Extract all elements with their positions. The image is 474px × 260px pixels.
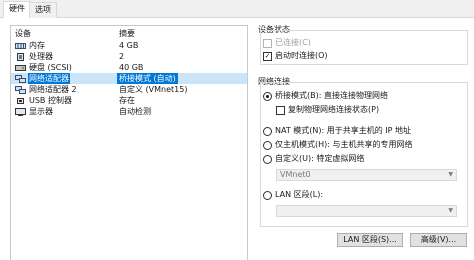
device-summary: 2 [119,52,125,61]
connect-on-start-label: 启动时连接(O) [275,51,328,60]
settings-content: 设备 摘要 内存 4 GB 处理器 2 硬盘 (SCSI) 40 GB 网络适配… [0,18,474,260]
device-row-memory[interactable]: 内存 4 GB [11,40,247,51]
custom-radio-circle [263,155,272,164]
lan-segment-label: LAN 区段(L): [275,190,324,199]
device-summary: 桥接模式 (自动) [117,73,178,84]
custom-network-select[interactable]: VMnet0 ▼ [276,169,457,181]
lan-segment-radio-circle [263,191,272,200]
device-summary: 自定义 (VMnet15) [119,85,188,94]
device-row-usb-controller[interactable]: USB 控制器 存在 [11,95,247,106]
connected-label: 已连接(C) [275,38,311,47]
cpu-icon [15,53,26,61]
network-icon [15,75,26,83]
device-row-display[interactable]: 显示器 自动检测 [11,106,247,117]
column-header-summary[interactable]: 摘要 [119,28,135,39]
device-name: 内存 [29,41,45,50]
device-summary: 存在 [119,96,135,105]
nat-label: NAT 模式(N): 用于共享主机的 IP 地址 [275,126,411,135]
lan-segments-button[interactable]: LAN 区段(S)... [337,233,403,247]
device-name: 处理器 [29,52,53,61]
chevron-down-icon: ▼ [448,207,453,214]
lan-segment-select[interactable]: ▼ [276,205,457,217]
nat-radio-circle [263,127,272,136]
device-name: 显示器 [29,107,53,116]
device-summary: 4 GB [119,41,139,50]
checkmark-icon: ✓ [263,52,272,61]
tab-bar: 硬件 选项 [0,0,474,19]
custom-label: 自定义(U): 特定虚拟网络 [275,154,365,163]
host-only-label: 仅主机模式(H): 与主机共享的专用网络 [275,140,413,149]
settings-panel: 设备状态 已连接(C) ✓ 启动时连接(O) 网络连接 桥接模式(B): 直接连… [258,18,472,260]
memory-icon [15,42,26,50]
chevron-down-icon: ▼ [448,171,453,178]
column-header-device[interactable]: 设备 [15,28,31,39]
device-summary: 自动检测 [119,107,151,116]
connected-checkbox-box [263,39,272,48]
bridged-label: 桥接模式(B): 直接连接物理网络 [275,91,388,100]
device-summary: 40 GB [119,63,144,72]
device-list: 设备 摘要 内存 4 GB 处理器 2 硬盘 (SCSI) 40 GB 网络适配… [10,25,248,260]
network-icon [15,86,26,94]
replicate-label: 复制物理网络连接状态(P) [288,105,380,114]
custom-network-value: VMnet0 [280,170,311,179]
device-name: 硬盘 (SCSI) [29,63,72,72]
tab-options[interactable]: 选项 [29,2,57,18]
device-list-header: 设备 摘要 [11,26,247,39]
radio-dot-icon [263,92,272,101]
host-only-radio-circle [263,141,272,150]
tab-hardware[interactable]: 硬件 [3,1,31,19]
device-name: 网络适配器 2 [29,85,77,94]
usb-icon [15,97,26,105]
device-row-processor[interactable]: 处理器 2 [11,51,247,62]
device-row-network-adapter[interactable]: 网络适配器 桥接模式 (自动) [11,73,247,84]
device-name: USB 控制器 [29,96,72,105]
device-row-hard-disk[interactable]: 硬盘 (SCSI) 40 GB [11,62,247,73]
advanced-button[interactable]: 高级(V)... [410,233,467,247]
device-name: 网络适配器 [28,73,70,84]
monitor-icon [15,108,26,116]
device-row-network-adapter-2[interactable]: 网络适配器 2 自定义 (VMnet15) [11,84,247,95]
replicate-checkbox-box [276,106,285,115]
disk-icon [15,64,26,72]
